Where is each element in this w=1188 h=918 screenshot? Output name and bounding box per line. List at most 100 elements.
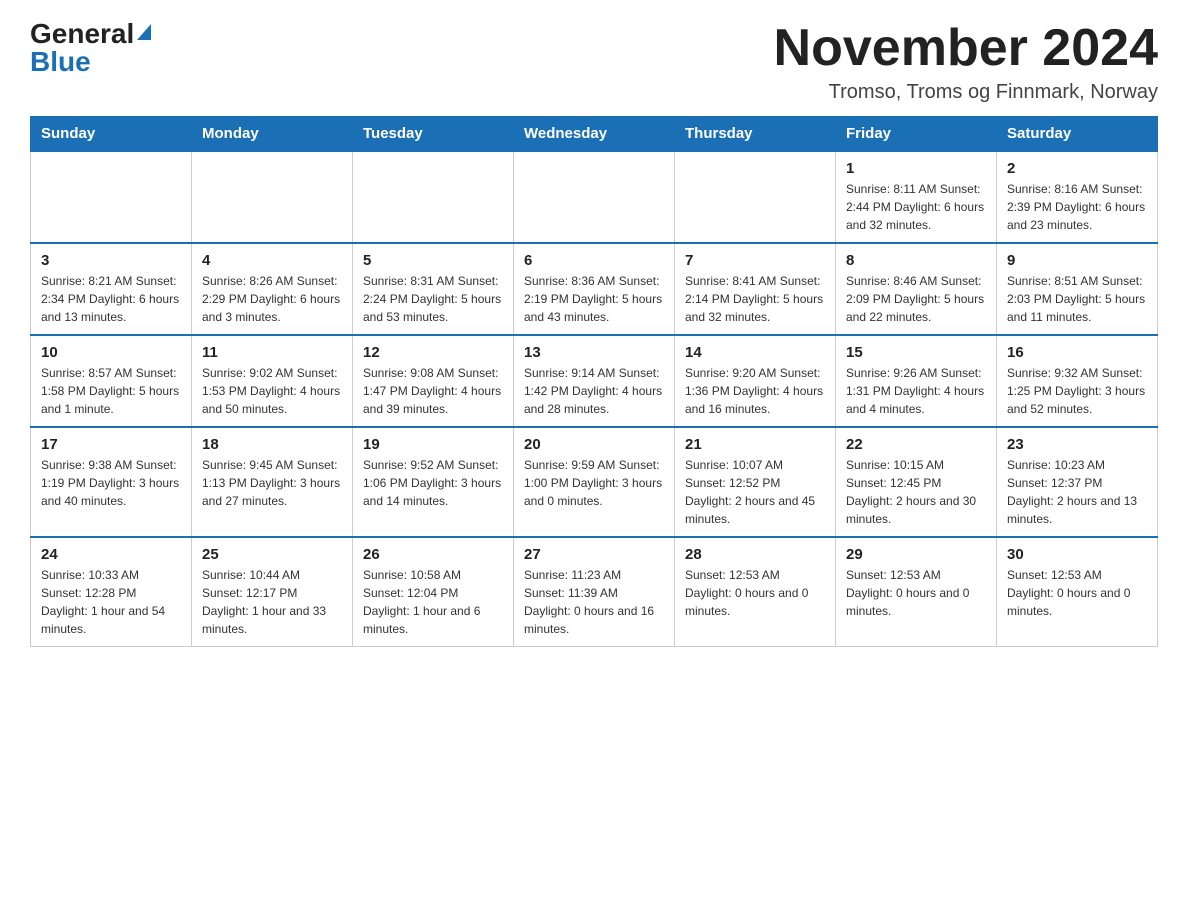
day-info: Sunrise: 9:59 AM Sunset: 1:00 PM Dayligh… — [524, 456, 664, 510]
calendar-week-row: 1Sunrise: 8:11 AM Sunset: 2:44 PM Daylig… — [31, 151, 1158, 243]
logo-blue-text: Blue — [30, 48, 151, 76]
day-number: 12 — [363, 344, 503, 361]
calendar-day-cell: 3 Sunrise: 8:21 AM Sunset: 2:34 PM Daylig… — [31, 243, 192, 335]
calendar-day-cell: 30Sunset: 12:53 AM Daylight: 0 hours and… — [997, 537, 1158, 647]
day-number: 24 — [41, 546, 181, 563]
day-number: 9 — [1007, 252, 1147, 269]
logo-general-text: General — [30, 20, 134, 48]
day-info: Sunrise: 9:52 AM Sunset: 1:06 PM Dayligh… — [363, 456, 503, 510]
day-number: 6 — [524, 252, 664, 269]
day-info: Sunrise: 9:14 AM Sunset: 1:42 PM Dayligh… — [524, 364, 664, 418]
day-info: Sunrise: 10:33 AM Sunset: 12:28 PM Dayli… — [41, 566, 181, 638]
calendar-day-cell: 24 Sunrise: 10:33 AM Sunset: 12:28 PM Day… — [31, 537, 192, 647]
calendar-day-cell: 23 Sunrise: 10:23 AM Sunset: 12:37 PM Day… — [997, 427, 1158, 537]
day-number: 14 — [685, 344, 825, 361]
day-info: Sunrise: 10:58 AM Sunset: 12:04 PM Dayli… — [363, 566, 503, 638]
day-of-week-header: Friday — [836, 117, 997, 152]
calendar-day-cell: 6 Sunrise: 8:36 AM Sunset: 2:19 PM Daylig… — [514, 243, 675, 335]
calendar-day-cell: 27Sunrise: 11:23 AM Sunset: 11:39 AM Day… — [514, 537, 675, 647]
calendar-week-row: 10 Sunrise: 8:57 AM Sunset: 1:58 PM Dayli… — [31, 335, 1158, 427]
calendar-day-cell: 10 Sunrise: 8:57 AM Sunset: 1:58 PM Dayli… — [31, 335, 192, 427]
day-of-week-header: Thursday — [675, 117, 836, 152]
calendar-day-cell — [192, 151, 353, 243]
logo-arrow-icon — [137, 24, 151, 40]
calendar-day-cell: 14 Sunrise: 9:20 AM Sunset: 1:36 PM Dayli… — [675, 335, 836, 427]
day-info: Sunrise: 10:44 AM Sunset: 12:17 PM Dayli… — [202, 566, 342, 638]
calendar-day-cell: 19 Sunrise: 9:52 AM Sunset: 1:06 PM Dayli… — [353, 427, 514, 537]
calendar-day-cell — [353, 151, 514, 243]
calendar-week-row: 3 Sunrise: 8:21 AM Sunset: 2:34 PM Daylig… — [31, 243, 1158, 335]
day-info: Sunrise: 8:46 AM Sunset: 2:09 PM Dayligh… — [846, 272, 986, 326]
calendar-day-cell: 11 Sunrise: 9:02 AM Sunset: 1:53 PM Dayli… — [192, 335, 353, 427]
day-number: 5 — [363, 252, 503, 269]
calendar-day-cell: 8 Sunrise: 8:46 AM Sunset: 2:09 PM Daylig… — [836, 243, 997, 335]
day-number: 18 — [202, 436, 342, 453]
day-number: 3 — [41, 252, 181, 269]
day-number: 15 — [846, 344, 986, 361]
day-number: 8 — [846, 252, 986, 269]
calendar-day-cell: 1Sunrise: 8:11 AM Sunset: 2:44 PM Daylig… — [836, 151, 997, 243]
calendar-day-cell: 12 Sunrise: 9:08 AM Sunset: 1:47 PM Dayli… — [353, 335, 514, 427]
day-number: 20 — [524, 436, 664, 453]
calendar-day-cell — [675, 151, 836, 243]
calendar-day-cell: 7 Sunrise: 8:41 AM Sunset: 2:14 PM Daylig… — [675, 243, 836, 335]
title-section: November 2024 Tromso, Troms og Finnmark,… — [774, 20, 1158, 104]
day-of-week-header: Wednesday — [514, 117, 675, 152]
day-of-week-header: Sunday — [31, 117, 192, 152]
day-number: 17 — [41, 436, 181, 453]
day-info: Sunrise: 9:26 AM Sunset: 1:31 PM Dayligh… — [846, 364, 986, 418]
day-info: Sunrise: 8:21 AM Sunset: 2:34 PM Dayligh… — [41, 272, 181, 326]
day-number: 7 — [685, 252, 825, 269]
calendar-day-cell: 17 Sunrise: 9:38 AM Sunset: 1:19 PM Dayli… — [31, 427, 192, 537]
calendar-day-cell: 29 Sunset: 12:53 AM Daylight: 0 hours and… — [836, 537, 997, 647]
day-number: 26 — [363, 546, 503, 563]
page-header: General Blue November 2024 Tromso, Troms… — [30, 20, 1158, 104]
calendar-week-row: 24 Sunrise: 10:33 AM Sunset: 12:28 PM Day… — [31, 537, 1158, 647]
day-number: 23 — [1007, 436, 1147, 453]
calendar-day-cell: 22Sunrise: 10:15 AM Sunset: 12:45 PM Day… — [836, 427, 997, 537]
calendar-day-cell: 25 Sunrise: 10:44 AM Sunset: 12:17 PM Day… — [192, 537, 353, 647]
day-info: Sunrise: 10:07 AM Sunset: 12:52 PM Dayli… — [685, 456, 825, 528]
day-info: Sunrise: 8:41 AM Sunset: 2:14 PM Dayligh… — [685, 272, 825, 326]
calendar-day-cell: 16Sunrise: 9:32 AM Sunset: 1:25 PM Dayli… — [997, 335, 1158, 427]
calendar-day-cell: 9Sunrise: 8:51 AM Sunset: 2:03 PM Daylig… — [997, 243, 1158, 335]
day-of-week-header: Tuesday — [353, 117, 514, 152]
day-number: 28 — [685, 546, 825, 563]
day-number: 4 — [202, 252, 342, 269]
calendar-title: November 2024 — [774, 20, 1158, 77]
day-number: 2 — [1007, 160, 1147, 177]
day-info: Sunrise: 10:23 AM Sunset: 12:37 PM Dayli… — [1007, 456, 1147, 528]
day-info: Sunrise: 8:31 AM Sunset: 2:24 PM Dayligh… — [363, 272, 503, 326]
day-number: 10 — [41, 344, 181, 361]
calendar-day-cell: 28 Sunset: 12:53 AM Daylight: 0 hours and… — [675, 537, 836, 647]
day-info: Sunrise: 8:36 AM Sunset: 2:19 PM Dayligh… — [524, 272, 664, 326]
calendar-day-cell: 21 Sunrise: 10:07 AM Sunset: 12:52 PM Day… — [675, 427, 836, 537]
day-info: Sunrise: 9:38 AM Sunset: 1:19 PM Dayligh… — [41, 456, 181, 510]
day-number: 22 — [846, 436, 986, 453]
day-info: Sunset: 12:53 AM Daylight: 0 hours and 0… — [846, 566, 986, 620]
day-number: 27 — [524, 546, 664, 563]
calendar-week-row: 17 Sunrise: 9:38 AM Sunset: 1:19 PM Dayli… — [31, 427, 1158, 537]
calendar-day-cell: 26 Sunrise: 10:58 AM Sunset: 12:04 PM Day… — [353, 537, 514, 647]
day-info: Sunset: 12:53 AM Daylight: 0 hours and 0… — [685, 566, 825, 620]
day-info: Sunrise: 9:20 AM Sunset: 1:36 PM Dayligh… — [685, 364, 825, 418]
day-number: 16 — [1007, 344, 1147, 361]
day-of-week-header: Saturday — [997, 117, 1158, 152]
day-info: Sunrise: 8:57 AM Sunset: 1:58 PM Dayligh… — [41, 364, 181, 418]
calendar-day-cell: 18Sunrise: 9:45 AM Sunset: 1:13 PM Dayli… — [192, 427, 353, 537]
calendar-day-cell — [31, 151, 192, 243]
day-number: 11 — [202, 344, 342, 361]
calendar-subtitle: Tromso, Troms og Finnmark, Norway — [774, 81, 1158, 104]
day-number: 29 — [846, 546, 986, 563]
day-info: Sunrise: 9:08 AM Sunset: 1:47 PM Dayligh… — [363, 364, 503, 418]
day-number: 25 — [202, 546, 342, 563]
day-number: 21 — [685, 436, 825, 453]
calendar-header-row: SundayMondayTuesdayWednesdayThursdayFrid… — [31, 117, 1158, 152]
day-info: Sunrise: 8:26 AM Sunset: 2:29 PM Dayligh… — [202, 272, 342, 326]
day-info: Sunrise: 8:16 AM Sunset: 2:39 PM Dayligh… — [1007, 180, 1147, 234]
day-number: 13 — [524, 344, 664, 361]
logo: General Blue — [30, 20, 151, 76]
day-info: Sunrise: 9:02 AM Sunset: 1:53 PM Dayligh… — [202, 364, 342, 418]
day-number: 30 — [1007, 546, 1147, 563]
day-number: 19 — [363, 436, 503, 453]
